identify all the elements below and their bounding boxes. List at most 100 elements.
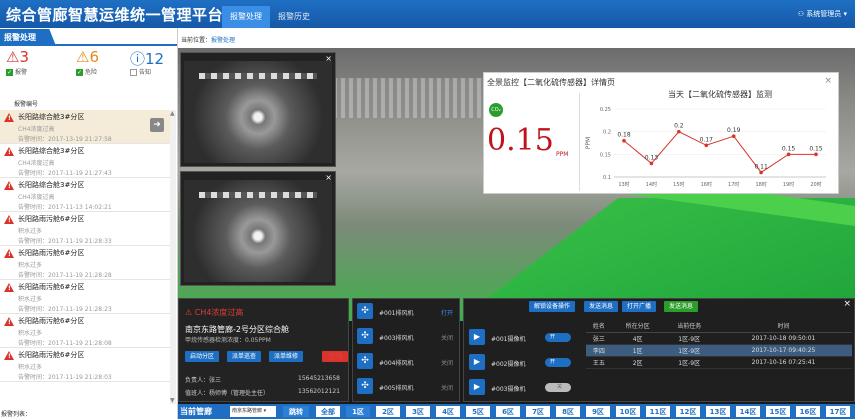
zone-button[interactable]: 7区 xyxy=(525,405,551,418)
camera-item: ▶ #002摄像机开 xyxy=(469,354,579,372)
fan-item[interactable]: ✣ #005排风机 关闭 xyxy=(357,378,457,396)
table-row[interactable]: 李四 1区 1区-9区 2017-10-17 09:40:25 xyxy=(586,344,852,357)
list-item[interactable]: 长阳路综合舱3#分区CH4浓度过高告警时间：2017-11-19 21:27:4… xyxy=(0,144,170,178)
user-menu[interactable]: ⚇ 系统管理员 ▾ xyxy=(798,9,847,19)
warning-icon xyxy=(4,181,14,190)
start-zone-button[interactable]: 启动分区 xyxy=(185,351,220,362)
camera-item: ▶ #003摄像机关 xyxy=(469,379,579,397)
close-icon[interactable]: × xyxy=(843,299,851,309)
list-item[interactable]: 长阳路雨污舱6#分区积水过多告警时间：2017-11-19 21:28:03 xyxy=(0,348,170,382)
zone-bar-label: 当前管廊 xyxy=(180,407,212,416)
data-point xyxy=(786,152,791,157)
list-header: 报警编号 xyxy=(14,101,39,108)
chevron-down-icon: ▾ xyxy=(843,10,847,18)
list-item[interactable]: 长阳路雨污舱6#分区积水过多告警时间：2017-11-19 21:28:08 xyxy=(0,314,170,348)
x-tick-label: 13时 xyxy=(618,181,629,188)
toggle-switch[interactable]: 关 xyxy=(545,383,571,392)
data-label: 0.15 xyxy=(782,145,796,152)
camera-view xyxy=(184,180,332,282)
list-item[interactable]: 长阳路雨污舱6#分区积水过多告警时间：2017-11-19 21:28:23 xyxy=(0,280,170,314)
scrollbar[interactable]: ▲ ▼ xyxy=(170,110,176,404)
fan-item[interactable]: ✣ #004排风机 关闭 xyxy=(357,353,457,371)
zone-button[interactable]: 全部 xyxy=(315,405,341,418)
data-label: 0.13 xyxy=(645,154,659,161)
tunnel-3d-scene[interactable]: × × 全景监控【二氧化硫传感器】详情页 × CO₂ 0.15 PPM 当天【二… xyxy=(178,48,855,321)
camera-feed-1[interactable]: × xyxy=(180,52,336,167)
dispatch-inspect-button[interactable]: 派单巡查 xyxy=(227,351,262,362)
zone-button[interactable]: 13区 xyxy=(705,405,731,418)
fan-item[interactable]: ✣ #001排风机 打开 xyxy=(357,303,457,321)
danger-count: ⚠6 ✓ 危险 xyxy=(76,48,99,76)
arrow-right-icon[interactable]: ➜ xyxy=(150,118,164,132)
user-name: 系统管理员 xyxy=(806,10,842,18)
duty-phone: 13562012121 xyxy=(298,388,340,395)
fan-icon: ✣ xyxy=(357,303,373,319)
zone-button[interactable]: 11区 xyxy=(645,405,671,418)
list-item[interactable]: 长阳路综合舱3#分区CH4浓度过高告警时间：2017-11-13 14:02:2… xyxy=(0,178,170,212)
scroll-down-icon[interactable]: ▼ xyxy=(170,397,175,404)
notice-count: ⓘ12 告知 xyxy=(130,50,165,76)
fan-item[interactable]: ✣ #003排风机 关闭 xyxy=(357,328,457,346)
zone-button[interactable]: 16区 xyxy=(795,405,821,418)
dispatch-repair-button[interactable]: 派单维修 xyxy=(269,351,304,362)
y-tick-label: 0.25 xyxy=(600,107,611,113)
zone-button[interactable]: 5区 xyxy=(465,405,491,418)
camera-icon: ▶ xyxy=(469,379,485,395)
fan-control-panel: ✣ #001排风机 打开 ✣ #003排风机 关闭 ✣ #004排风机 关闭 ✣ #005排风… xyxy=(352,298,460,402)
breadcrumb: 当前位置：报警处理 xyxy=(178,28,855,48)
zone-button[interactable]: 2区 xyxy=(375,405,401,418)
notice-checkbox[interactable] xyxy=(130,69,137,76)
tab-alarm-history[interactable]: 报警历史 xyxy=(270,6,318,28)
alarm-counts: ⚠3 ✓ 报警 ⚠6 ✓ 危险 ⓘ12 告知 xyxy=(0,46,177,82)
open-broadcast-button[interactable]: 打开广播 xyxy=(622,301,657,312)
close-icon[interactable]: × xyxy=(325,173,332,182)
tunnel-select[interactable]: 南京东路管廊 ▾ xyxy=(230,406,276,417)
data-label: 0.11 xyxy=(754,163,768,170)
list-item[interactable]: 长阳路雨污舱6#分区积水过多告警时间：2017-11-19 21:28:33 xyxy=(0,212,170,246)
alarm-device: 甲烷传感器检测浓度：0.05PPM xyxy=(185,337,271,344)
toggle-switch[interactable]: 开 xyxy=(545,333,571,342)
close-icon[interactable]: × xyxy=(824,76,832,86)
table-row[interactable]: 张三 4区 1区-9区 2017-10-18 09:50:01 xyxy=(586,332,852,345)
alarm-checkbox[interactable]: ✓ xyxy=(6,69,13,76)
x-tick-label: 18时 xyxy=(755,181,766,188)
data-label: 0.19 xyxy=(727,127,741,134)
ignore-button[interactable]: 忽略 xyxy=(322,351,348,362)
person-duty: 值班人：杨师傅（管理处主任） xyxy=(185,390,270,397)
jump-button[interactable]: 跳转 xyxy=(282,405,310,418)
close-icon[interactable]: × xyxy=(325,54,332,63)
toggle-switch[interactable]: 开 xyxy=(545,358,571,367)
fan-icon: ✣ xyxy=(357,378,373,394)
zone-button[interactable]: 14区 xyxy=(735,405,761,418)
main-area: 当前位置：报警处理 × × 全景监控【二氧化硫传感器】详情页 × CO₂ 0.1… xyxy=(178,28,855,419)
tab-alarm-handling[interactable]: 报警处理 xyxy=(222,6,270,28)
y-tick-label: 0.1 xyxy=(603,175,611,181)
unlock-device-button[interactable]: 解锁设备操作 xyxy=(529,301,576,312)
zone-button[interactable]: 4区 xyxy=(435,405,461,418)
list-item[interactable]: 长阳路雨污舱6#分区积水过多告警时间：2017-11-19 21:28:28 xyxy=(0,246,170,280)
breadcrumb-link[interactable]: 报警处理 xyxy=(211,37,235,44)
owner-phone: 15645213658 xyxy=(298,375,340,382)
zone-button[interactable]: 12区 xyxy=(675,405,701,418)
zone-button[interactable]: 9区 xyxy=(585,405,611,418)
column-header: 姓名 xyxy=(586,319,612,333)
zone-button[interactable]: 15区 xyxy=(765,405,791,418)
zone-button[interactable]: 10区 xyxy=(615,405,641,418)
list-item[interactable]: 长阳路综合舱3#分区CH4浓度过高告警时间：2017-13-19 21:27:5… xyxy=(0,110,170,144)
zone-button[interactable]: 3区 xyxy=(405,405,431,418)
scroll-up-icon[interactable]: ▲ xyxy=(170,110,175,117)
person-owner: 负责人：张三 xyxy=(185,377,222,384)
zone-button[interactable]: 6区 xyxy=(495,405,521,418)
warning-icon xyxy=(4,147,14,156)
data-point xyxy=(677,129,681,134)
zone-button[interactable]: 1区 xyxy=(345,405,371,418)
camera-feed-2[interactable]: × xyxy=(180,171,336,286)
zone-button[interactable]: 8区 xyxy=(555,405,581,418)
zone-button[interactable]: 17区 xyxy=(825,405,851,418)
send-message-button[interactable]: 发送消息 xyxy=(584,301,619,312)
send-message-button-2[interactable]: 发送消息 xyxy=(664,301,699,312)
table-row[interactable]: 王五 2区 1区-9区 2017-10-16 07:25:41 xyxy=(586,356,852,369)
alarm-title: ⚠ CH4浓度过高 xyxy=(185,308,244,317)
danger-checkbox[interactable]: ✓ xyxy=(76,69,83,76)
sensor-value: 0.15 xyxy=(487,123,554,158)
